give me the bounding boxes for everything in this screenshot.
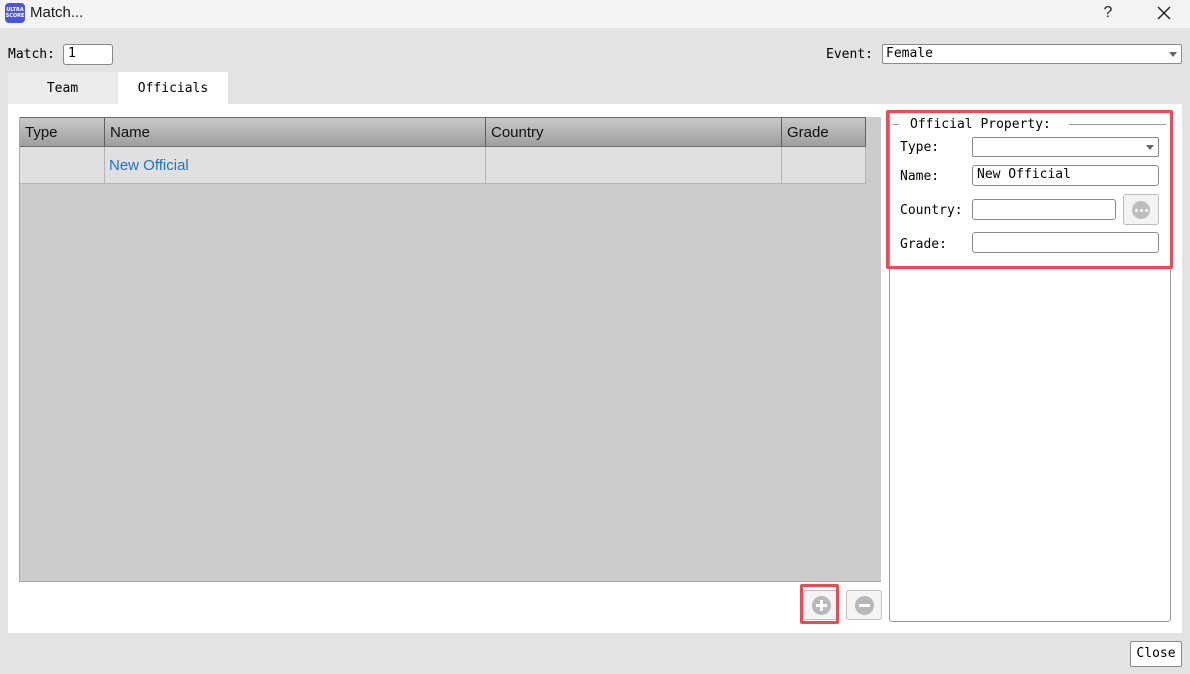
match-number-input[interactable]: 1 (63, 44, 113, 65)
event-label: Event: (826, 47, 873, 62)
ultrascore-app-icon: ULTRA SCORE (5, 3, 25, 23)
table-row-country-cell[interactable] (486, 147, 782, 184)
help-button[interactable]: ? (1098, 2, 1118, 24)
tab-team[interactable]: Team (8, 72, 117, 105)
window-close-button[interactable] (1152, 2, 1176, 24)
close-button[interactable]: Close (1130, 641, 1182, 667)
table-row-name-cell[interactable]: New Official (105, 147, 486, 184)
column-header-name[interactable]: Name (105, 117, 486, 147)
window-title: Match... (30, 4, 84, 21)
column-header-country[interactable]: Country (486, 117, 782, 147)
column-header-grade[interactable]: Grade (782, 117, 866, 147)
event-select[interactable]: Female (882, 44, 1182, 64)
close-icon (1157, 6, 1171, 20)
table-row-type-cell[interactable] (20, 147, 105, 184)
match-label: Match: (8, 47, 55, 62)
add-button-highlight (800, 584, 839, 624)
minus-circle-icon (855, 596, 874, 615)
title-bar: ULTRA SCORE Match... ? (0, 0, 1190, 28)
table-row-grade-cell[interactable] (782, 147, 866, 184)
remove-official-button[interactable] (846, 590, 882, 620)
property-group-highlight (886, 110, 1173, 269)
column-header-type[interactable]: Type (20, 117, 105, 147)
chevron-down-icon (1169, 52, 1177, 57)
officials-table[interactable]: Type Name Country Grade New Official (19, 117, 881, 582)
event-select-value: Female (886, 46, 933, 61)
tab-officials[interactable]: Officials (118, 72, 228, 105)
